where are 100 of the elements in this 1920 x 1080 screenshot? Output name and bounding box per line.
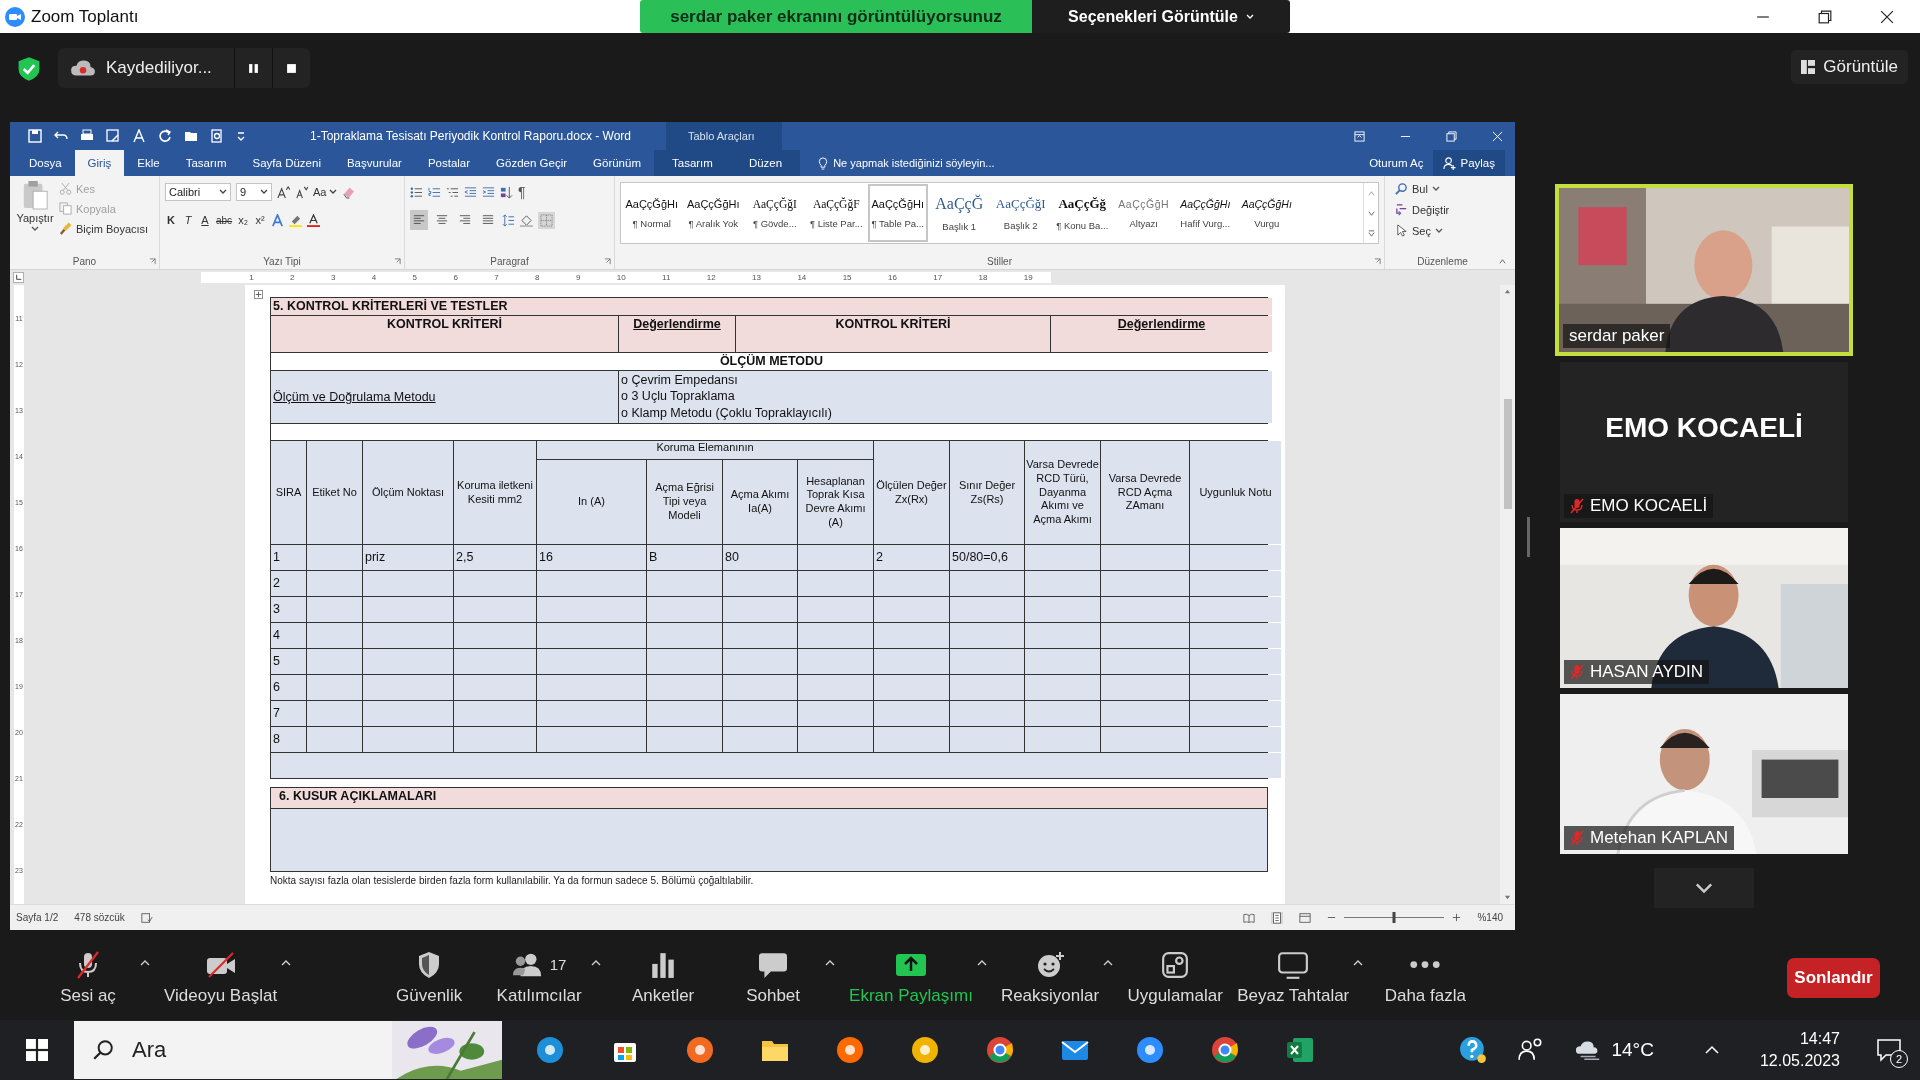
ribbon-tab[interactable]: Dosya [16, 150, 75, 176]
restore-icon[interactable] [1818, 9, 1832, 24]
tab-selector-icon[interactable] [13, 272, 24, 283]
scroll-down-icon[interactable] [1503, 894, 1512, 901]
shield-icon[interactable] [16, 56, 42, 82]
ribbon-tab[interactable]: Düzen [730, 150, 801, 176]
align-button[interactable] [410, 210, 428, 230]
scrollbar-thumb[interactable] [1503, 399, 1512, 509]
caret-up-icon[interactable] [825, 959, 836, 966]
change-case-button[interactable]: Aa [313, 186, 338, 198]
style-item[interactable]: AaÇçĞğHı ¶ Normal [621, 183, 683, 243]
format-button[interactable]: abc [216, 214, 233, 226]
toolbar-button[interactable]: Videoyu Başlat [164, 949, 278, 1006]
shield-app-icon[interactable] [910, 1035, 940, 1065]
rocket-app-icon[interactable] [835, 1035, 865, 1065]
collapse-ribbon-icon[interactable] [1498, 258, 1507, 265]
customize-icon[interactable] [236, 129, 246, 143]
video-app-icon[interactable] [1135, 1035, 1165, 1065]
style-item[interactable]: AaÇçĞğI Başlık 2 [990, 183, 1052, 243]
clock-date[interactable]: 12.05.2023 [1759, 1052, 1840, 1070]
caret-up-icon[interactable] [591, 959, 602, 966]
caret-up-icon[interactable] [281, 959, 292, 966]
toolbar-button[interactable]: Sesi aç [40, 949, 136, 1006]
format-button[interactable]: T [182, 214, 194, 226]
shrink-font-icon[interactable] [295, 185, 308, 199]
read-mode-icon[interactable] [1243, 911, 1256, 924]
spreadsheet-icon[interactable] [1285, 1035, 1315, 1065]
zoom-slider-thumb[interactable] [1392, 912, 1396, 923]
print-preview-icon[interactable] [210, 129, 224, 143]
style-item[interactable]: AaÇçĞğHı Vurgu [1236, 183, 1298, 243]
ribbon-tab[interactable]: Postalar [414, 150, 484, 176]
bullet-list-icon[interactable] [410, 185, 423, 199]
decrease-indent-icon[interactable] [464, 185, 477, 199]
style-item[interactable]: AaÇçĞğ ¶ Konu Ba... [1051, 183, 1113, 243]
show-marks-button[interactable]: ¶ [518, 184, 526, 200]
text-effects-icon[interactable] [271, 213, 285, 227]
expand-icon[interactable] [1366, 229, 1376, 237]
caret-up-icon[interactable] [1353, 959, 1364, 966]
toolbar-button[interactable]: Beyaz Tahtalar [1237, 949, 1350, 1006]
tell-me-field[interactable]: Ne yapmak istediğinizi söyleyin... [818, 150, 995, 176]
style-item[interactable]: AaÇçĞ Başlık 1 [928, 183, 990, 243]
caret-up-icon[interactable] [976, 959, 987, 966]
format-button[interactable]: A [199, 214, 211, 226]
splitter-handle[interactable] [1527, 517, 1530, 557]
font-size-dropdown[interactable]: 9 [236, 183, 272, 201]
ribbon-tab[interactable]: Tasarım [172, 150, 240, 176]
toolbar-button[interactable]: Daha fazla [1377, 949, 1474, 1006]
chevron-up-icon[interactable] [1703, 1045, 1720, 1055]
format-button[interactable]: x² [254, 214, 267, 226]
table-move-handle-icon[interactable] [254, 290, 263, 299]
refresh-icon[interactable] [158, 129, 172, 143]
dialog-launcher-icon[interactable] [1374, 257, 1381, 265]
paste-button[interactable]: Yapıştır [15, 180, 55, 253]
zoom-level[interactable]: %140 [1477, 912, 1503, 923]
help-icon[interactable] [1459, 1036, 1488, 1064]
chrome-icon[interactable] [1210, 1035, 1240, 1065]
sort-icon[interactable] [500, 185, 513, 199]
share-button[interactable]: Paylaş [1433, 150, 1505, 176]
highlighter-icon[interactable] [289, 213, 303, 227]
scroll-up-icon[interactable] [1503, 288, 1512, 295]
toolbar-button[interactable]: 17 Katılımcılar [491, 949, 588, 1006]
font-family-dropdown[interactable]: Calibri [165, 183, 231, 201]
view-options-button[interactable]: Seçenekleri Görüntüle [1032, 0, 1290, 33]
view-button[interactable]: Görüntüle [1791, 50, 1908, 84]
format-button[interactable]: x₂ [237, 214, 250, 226]
ribbon-tab[interactable]: Sayfa Düzeni [239, 150, 334, 176]
grow-font-icon[interactable] [277, 185, 290, 199]
caret-up-icon[interactable] [140, 959, 150, 966]
toolbar-button[interactable]: Uygulamalar [1127, 949, 1224, 1006]
save-as-icon[interactable] [106, 129, 120, 143]
dialog-launcher-icon[interactable] [149, 257, 156, 265]
end-meeting-button[interactable]: Sonlandır [1787, 957, 1880, 998]
ribbon-display-icon[interactable] [1354, 130, 1365, 142]
search-field[interactable]: Ara [74, 1021, 502, 1079]
style-item[interactable]: AaÇçĞğHı ¶ Aralık Yok [682, 183, 744, 243]
chrome-icon[interactable] [985, 1035, 1015, 1065]
ribbon-tab[interactable]: Gözden Geçir [483, 150, 581, 176]
format-button[interactable]: K [165, 214, 177, 226]
multilevel-list-icon[interactable] [446, 185, 459, 199]
numbered-list-icon[interactable] [428, 185, 441, 199]
scroll-down-icon[interactable] [1366, 209, 1376, 217]
ribbon-tab[interactable]: Başvurular [333, 150, 415, 176]
toolbar-button[interactable]: Sohbet [725, 949, 822, 1006]
toolbar-button[interactable]: Güvenlik [381, 949, 478, 1006]
print-icon[interactable] [80, 129, 94, 143]
sparkle-app-icon[interactable] [685, 1035, 715, 1065]
zoom-in-icon[interactable] [1452, 913, 1462, 922]
sign-in-link[interactable]: Oturum Aç [1359, 150, 1434, 176]
toolbar-button[interactable]: Anketler [615, 949, 712, 1006]
web-layout-icon[interactable] [1299, 911, 1312, 924]
caret-up-icon[interactable] [1103, 959, 1114, 966]
style-item[interactable]: AaÇçĞğH Altyazı [1113, 183, 1175, 243]
toolbar-button[interactable]: Reaksiyonlar [1000, 949, 1100, 1006]
folder-icon[interactable] [184, 129, 198, 143]
proofing-icon[interactable] [140, 911, 153, 924]
edge-icon[interactable] [535, 1035, 565, 1065]
style-item[interactable]: AaÇçĞğHı Hafif Vurg... [1174, 183, 1236, 243]
increase-indent-icon[interactable] [482, 185, 495, 199]
line-spacing-icon[interactable] [502, 213, 515, 227]
notification-icon[interactable] [1876, 1038, 1902, 1062]
